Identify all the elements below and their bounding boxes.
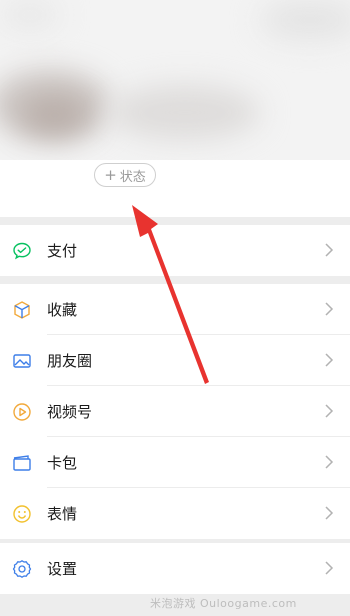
channels-icon bbox=[13, 403, 31, 421]
moments-icon bbox=[13, 354, 31, 368]
add-status-button[interactable]: + 状态 bbox=[94, 163, 156, 187]
menu-item-label: 表情 bbox=[47, 505, 78, 523]
settings-icon bbox=[12, 560, 32, 578]
menu-group-pay: 支付 bbox=[0, 225, 350, 276]
menu-item-label: 视频号 bbox=[47, 403, 93, 421]
profile-header-blurred[interactable] bbox=[0, 0, 350, 160]
chevron-right-icon bbox=[325, 302, 334, 316]
menu-item-label: 设置 bbox=[47, 560, 78, 578]
menu-item-favorites[interactable]: 收藏 bbox=[0, 284, 350, 335]
menu-item-label: 收藏 bbox=[47, 301, 78, 319]
chevron-right-icon bbox=[325, 455, 334, 469]
stickers-icon bbox=[13, 505, 31, 523]
chevron-right-icon bbox=[325, 506, 334, 520]
chevron-right-icon bbox=[325, 404, 334, 418]
menu-item-label: 支付 bbox=[47, 242, 78, 260]
menu-item-cards[interactable]: 卡包 bbox=[0, 437, 350, 488]
chevron-right-icon bbox=[325, 561, 334, 575]
pay-icon bbox=[13, 242, 31, 260]
menu-item-settings[interactable]: 设置 bbox=[0, 543, 350, 594]
menu-item-stickers[interactable]: 表情 bbox=[0, 488, 350, 539]
menu-item-channels[interactable]: 视频号 bbox=[0, 386, 350, 437]
plus-icon: + bbox=[104, 165, 117, 184]
status-label: 状态 bbox=[119, 169, 146, 185]
chevron-right-icon bbox=[325, 353, 334, 367]
favorites-icon bbox=[14, 301, 30, 319]
menu-group-settings: 设置 bbox=[0, 543, 350, 594]
menu-item-label: 卡包 bbox=[47, 454, 78, 472]
menu-item-pay[interactable]: 支付 bbox=[0, 225, 350, 276]
menu-item-label: 朋友圈 bbox=[47, 352, 93, 370]
chevron-right-icon bbox=[325, 243, 334, 257]
watermark: 米泡游戏 Ouloogame.com bbox=[150, 597, 297, 610]
status-area: + 状态 bbox=[0, 160, 350, 217]
cards-icon bbox=[13, 455, 31, 471]
menu-item-moments[interactable]: 朋友圈 bbox=[0, 335, 350, 386]
menu-group-main: 收藏 朋友圈 视频号 卡包 表情 bbox=[0, 284, 350, 539]
